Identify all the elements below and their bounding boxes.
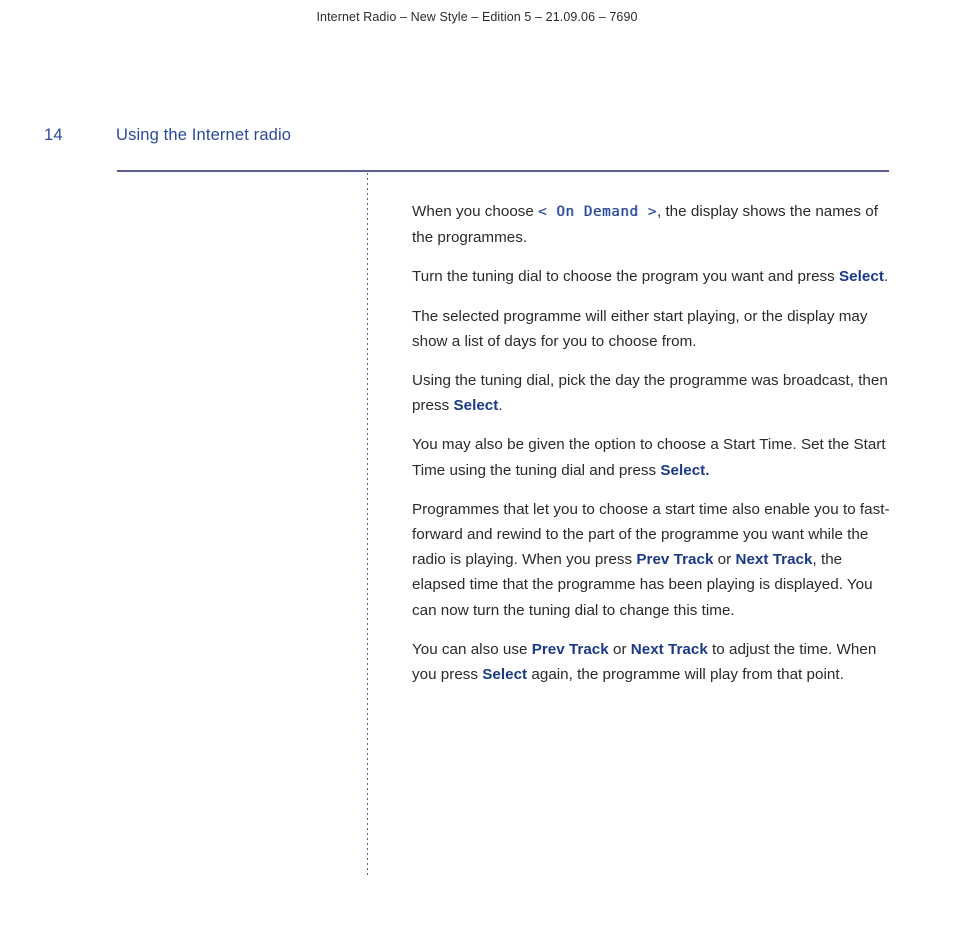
button-name-reference: Prev Track xyxy=(636,551,714,569)
display-menu-label: < On Demand > xyxy=(538,204,657,220)
button-name-reference: Select xyxy=(453,397,499,415)
button-name-reference: Next Track xyxy=(630,640,708,658)
chapter-title: Using the Internet radio xyxy=(116,126,292,144)
text-run: . xyxy=(498,397,503,415)
text-run: The selected programme will either start… xyxy=(412,307,868,350)
text-run: You can also use xyxy=(412,640,532,658)
button-name-reference: Prev Track xyxy=(531,640,609,658)
paragraph: Using the tuning dial, pick the day the … xyxy=(412,368,892,418)
paragraph: Turn the tuning dial to choose the progr… xyxy=(412,264,892,289)
text-run: . xyxy=(883,268,889,286)
text-run: again, the programme will play from that… xyxy=(527,666,844,684)
text-run: You may also be given the option to choo… xyxy=(412,436,886,479)
paragraph: You may also be given the option to choo… xyxy=(412,432,892,482)
paragraph: You can also use Prev Track or Next Trac… xyxy=(412,637,892,687)
body-text-column: When you choose < On Demand >, the displ… xyxy=(412,199,892,687)
button-name-reference: Select xyxy=(482,666,528,684)
paragraph: The selected programme will either start… xyxy=(412,304,892,354)
page-number: 14 xyxy=(44,126,63,144)
left-margin-column xyxy=(117,196,352,876)
button-name-reference: Next Track xyxy=(735,551,813,569)
paragraph: Programmes that let you to choose a star… xyxy=(412,497,892,623)
text-run: When you choose xyxy=(412,203,539,220)
chapter-heading-row: 14 Using the Internet radio xyxy=(0,126,954,152)
text-run: or xyxy=(608,640,631,658)
text-run: or xyxy=(713,551,736,569)
button-name-reference: Select. xyxy=(660,461,710,479)
running-header: Internet Radio – New Style – Edition 5 –… xyxy=(316,10,638,24)
text-run: Turn the tuning dial to choose the progr… xyxy=(412,268,840,286)
horizontal-rule xyxy=(117,170,889,172)
manual-page: Internet Radio – New Style – Edition 5 –… xyxy=(0,0,954,945)
button-name-reference: Select xyxy=(839,268,884,286)
vertical-dotted-column-divider xyxy=(367,173,368,878)
paragraph: When you choose < On Demand >, the displ… xyxy=(412,199,892,250)
